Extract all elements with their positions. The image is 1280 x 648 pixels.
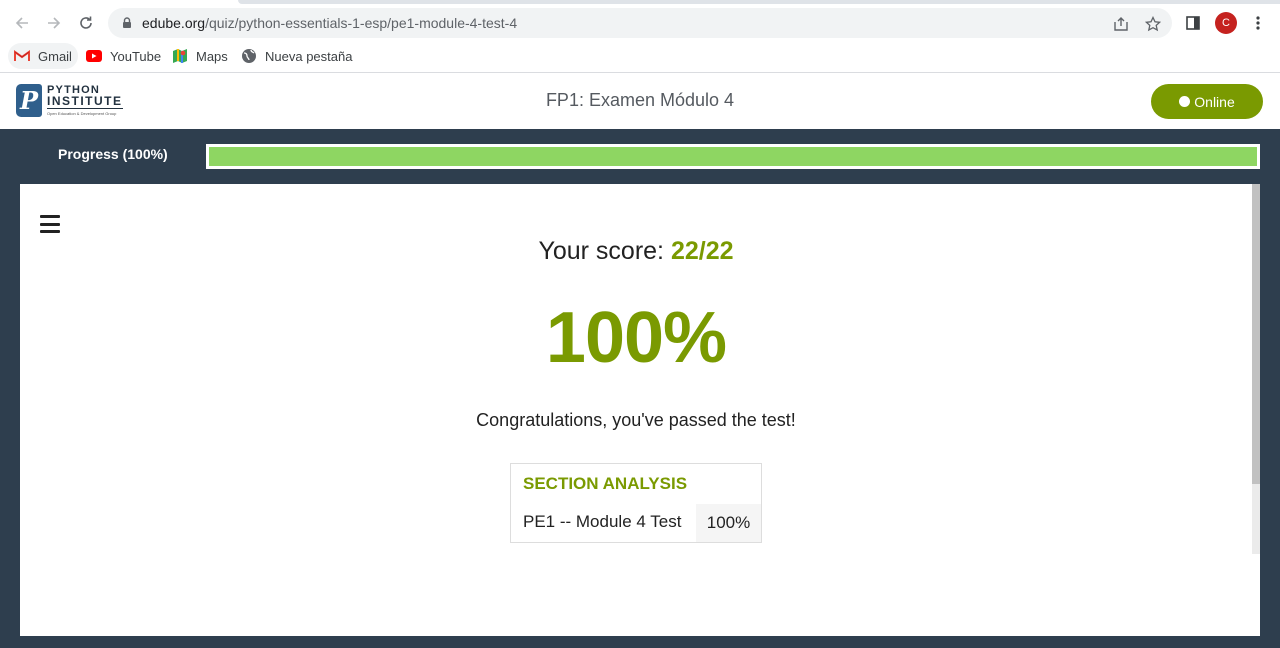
- scrollbar[interactable]: [1252, 184, 1260, 554]
- hamburger-menu-icon[interactable]: [40, 215, 60, 233]
- bookmark-maps[interactable]: Maps: [166, 43, 234, 69]
- browser-toolbar: edube.org/quiz/python-essentials-1-esp/p…: [0, 4, 1280, 41]
- bookmark-label: Gmail: [38, 48, 72, 64]
- bookmark-label: Nueva pestaña: [265, 48, 353, 64]
- bookmark-gmail[interactable]: Gmail: [8, 43, 78, 69]
- forward-icon[interactable]: [42, 11, 66, 35]
- section-name: PE1 -- Module 4 Test: [523, 512, 682, 531]
- bookmark-youtube[interactable]: YouTube: [80, 43, 167, 69]
- scrollbar-thumb[interactable]: [1252, 184, 1260, 484]
- star-icon[interactable]: [1143, 14, 1163, 34]
- youtube-icon: [86, 48, 102, 64]
- progress-label: Progress (100%): [58, 146, 168, 162]
- status-dot-icon: [1179, 96, 1191, 107]
- score-value: 22/22: [670, 237, 734, 265]
- table-row: PE1 -- Module 4 Test 100%: [511, 504, 761, 542]
- lock-icon[interactable]: [120, 16, 134, 30]
- maps-icon: [172, 48, 188, 64]
- menu-dots-icon[interactable]: [1247, 12, 1269, 34]
- section-analysis-table: SECTION ANALYSIS PE1 -- Module 4 Test 10…: [510, 463, 762, 543]
- progress-bar: [206, 144, 1260, 169]
- score-percent: 100%: [545, 298, 727, 378]
- bookmarks-bar: Gmail YouTube Maps Nueva pestaña: [0, 41, 1280, 73]
- side-panel-icon[interactable]: [1182, 12, 1204, 34]
- site-header: P PYTHON INSTITUTE Open Education & Deve…: [0, 74, 1280, 129]
- bookmark-label: Maps: [196, 48, 228, 64]
- share-icon[interactable]: [1111, 14, 1131, 34]
- online-status-button[interactable]: Online: [1151, 84, 1263, 119]
- score-prefix: Your score:: [538, 237, 671, 265]
- profile-avatar[interactable]: C: [1215, 12, 1237, 34]
- back-icon[interactable]: [10, 11, 34, 35]
- bookmark-nueva-pestana[interactable]: Nueva pestaña: [235, 43, 358, 69]
- result-card: Your score: 22/22 100% Congratulations, …: [20, 184, 1260, 636]
- reload-icon[interactable]: [74, 11, 98, 35]
- gmail-icon: [14, 48, 30, 64]
- url-text[interactable]: edube.org/quiz/python-essentials-1-esp/p…: [142, 15, 517, 31]
- section-score: 100%: [696, 504, 761, 542]
- progress-fill: [209, 147, 1257, 166]
- address-bar[interactable]: edube.org/quiz/python-essentials-1-esp/p…: [108, 8, 1172, 38]
- page-title: FP1: Examen Módulo 4: [545, 90, 735, 110]
- section-analysis-heading: SECTION ANALYSIS: [523, 474, 688, 493]
- globe-icon: [241, 48, 257, 64]
- score-line: Your score: 22/22: [20, 237, 1252, 266]
- bookmark-label: YouTube: [110, 48, 162, 64]
- logo-tagline: Open Education & Development Group: [47, 111, 117, 116]
- quiz-area: Progress (100%) Your score: 22/22 100% C…: [0, 129, 1280, 648]
- pass-message: Congratulations, you've passed the test!: [476, 410, 796, 430]
- online-label: Online: [1194, 93, 1235, 110]
